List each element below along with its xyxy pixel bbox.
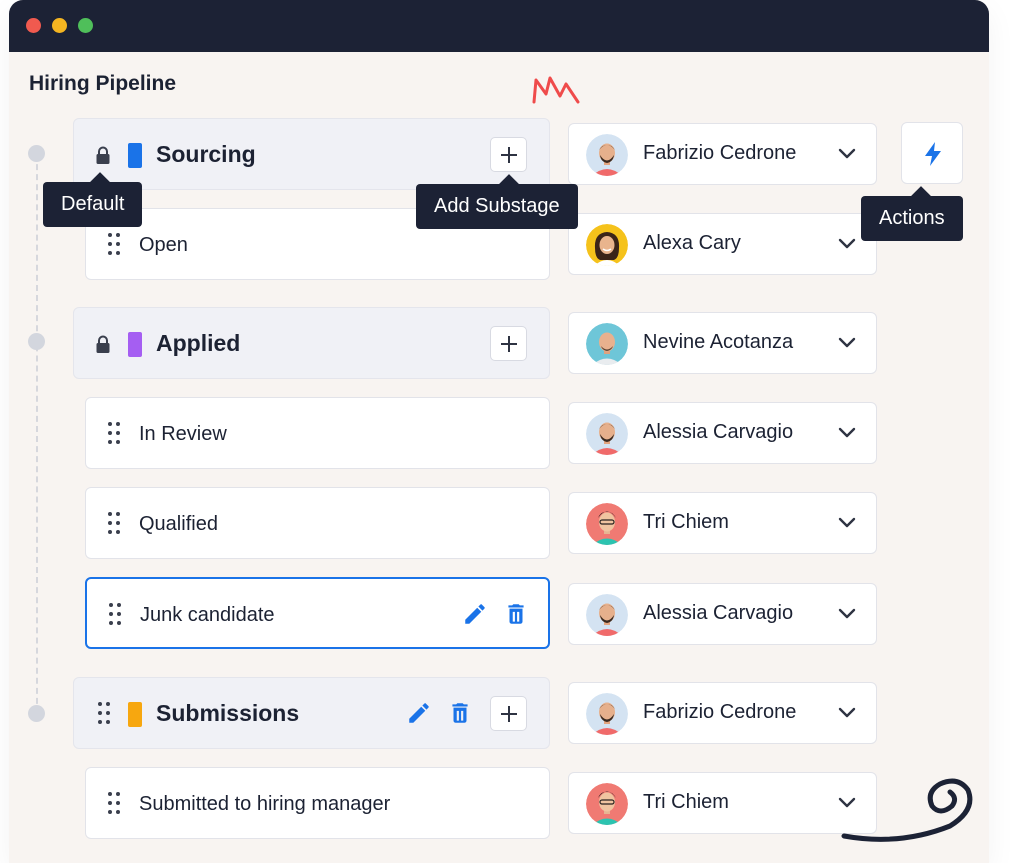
add-substage-button[interactable] xyxy=(490,326,527,361)
assignee-name: Fabrizio Cedrone xyxy=(643,142,797,164)
assignee-select-open[interactable]: Alexa Cary xyxy=(568,213,877,275)
pencil-icon[interactable] xyxy=(462,601,488,627)
assignee-name: Alessia Carvagio xyxy=(643,602,794,624)
stage-title: Applied xyxy=(156,330,241,356)
substage-label: In Review xyxy=(139,423,227,445)
assignee-name: Alessia Carvagio xyxy=(643,421,794,443)
assignee-select-applied[interactable]: Nevine Acotanza xyxy=(568,312,877,374)
assignee-name: Fabrizio Cedrone xyxy=(643,701,797,723)
pencil-icon[interactable] xyxy=(406,700,432,726)
tooltip-text: Default xyxy=(61,193,125,215)
drag-handle-icon[interactable] xyxy=(98,702,110,726)
lightning-bolt-icon xyxy=(925,142,941,166)
page-title: Hiring Pipeline xyxy=(29,72,177,95)
tooltip-default: Default xyxy=(43,172,143,227)
avatar xyxy=(586,134,628,176)
timeline-node-submissions xyxy=(28,705,45,722)
drag-handle-icon[interactable] xyxy=(108,792,120,816)
stage-title: Submissions xyxy=(156,700,300,726)
assignee-select-sourcing[interactable]: Fabrizio Cedrone xyxy=(568,123,877,185)
chevron-down-icon xyxy=(838,608,856,619)
substage-junk-candidate[interactable]: Junk candidate xyxy=(85,577,550,649)
close-window-button[interactable] xyxy=(26,18,41,33)
add-substage-button[interactable] xyxy=(490,137,527,172)
add-substage-button[interactable] xyxy=(490,696,527,731)
tooltip-text: Add Substage xyxy=(434,195,560,217)
stage-applied[interactable]: Applied xyxy=(73,307,550,379)
drag-handle-icon[interactable] xyxy=(108,422,120,446)
stage-sourcing[interactable]: Sourcing xyxy=(73,118,550,190)
assignee-select-junk-candidate[interactable]: Alessia Carvagio xyxy=(568,583,877,645)
assignee-name: Tri Chiem xyxy=(643,511,729,533)
assignee-name: Alexa Cary xyxy=(643,232,741,254)
timeline-node-sourcing xyxy=(28,145,45,162)
stage-color-indicator xyxy=(128,143,142,168)
substage-label: Junk candidate xyxy=(140,604,275,626)
avatar xyxy=(586,323,628,365)
avatar xyxy=(586,224,628,266)
chevron-down-icon xyxy=(838,517,856,528)
tooltip-add-substage: Add Substage xyxy=(416,174,578,229)
minimize-window-button[interactable] xyxy=(52,18,67,33)
drag-handle-icon[interactable] xyxy=(109,603,121,627)
assignee-select-qualified[interactable]: Tri Chiem xyxy=(568,492,877,554)
actions-button[interactable] xyxy=(901,122,963,184)
title-bar xyxy=(9,0,989,52)
substage-label: Submitted to hiring manager xyxy=(139,793,391,815)
trash-icon[interactable] xyxy=(447,700,473,726)
stage-color-indicator xyxy=(128,332,142,357)
avatar xyxy=(586,594,628,636)
substage-label: Qualified xyxy=(139,513,218,535)
assignee-select-submitted[interactable]: Tri Chiem xyxy=(568,772,877,834)
tooltip-text: Actions xyxy=(879,207,945,229)
chevron-down-icon xyxy=(838,427,856,438)
chevron-down-icon xyxy=(838,337,856,348)
stage-color-indicator xyxy=(128,702,142,727)
substage-label: Open xyxy=(139,234,188,256)
trash-icon[interactable] xyxy=(503,601,529,627)
app-window: Hiring Pipeline Sourcing Open Applied In… xyxy=(9,0,989,863)
swirl-doodle xyxy=(841,778,973,842)
substage-in-review[interactable]: In Review xyxy=(85,397,550,469)
stage-submissions[interactable]: Submissions xyxy=(73,677,550,749)
lock-icon xyxy=(96,146,110,164)
avatar xyxy=(586,503,628,545)
assignee-name: Tri Chiem xyxy=(643,791,729,813)
timeline-line xyxy=(36,154,38,714)
timeline-node-applied xyxy=(28,333,45,350)
assignee-name: Nevine Acotanza xyxy=(643,331,794,353)
drag-handle-icon[interactable] xyxy=(108,233,120,257)
maximize-window-button[interactable] xyxy=(78,18,93,33)
tooltip-actions: Actions xyxy=(861,186,963,241)
chevron-down-icon xyxy=(838,148,856,159)
assignee-select-in-review[interactable]: Alessia Carvagio xyxy=(568,402,877,464)
lock-icon xyxy=(96,335,110,353)
substage-qualified[interactable]: Qualified xyxy=(85,487,550,559)
avatar xyxy=(586,693,628,735)
squiggle-doodle xyxy=(532,76,580,104)
chevron-down-icon xyxy=(838,238,856,249)
avatar xyxy=(586,413,628,455)
assignee-select-submissions[interactable]: Fabrizio Cedrone xyxy=(568,682,877,744)
stage-title: Sourcing xyxy=(156,141,256,167)
chevron-down-icon xyxy=(838,707,856,718)
drag-handle-icon[interactable] xyxy=(108,512,120,536)
tooltip-arrow xyxy=(911,186,931,206)
avatar xyxy=(586,783,628,825)
substage-submitted-to-hiring-manager[interactable]: Submitted to hiring manager xyxy=(85,767,550,839)
